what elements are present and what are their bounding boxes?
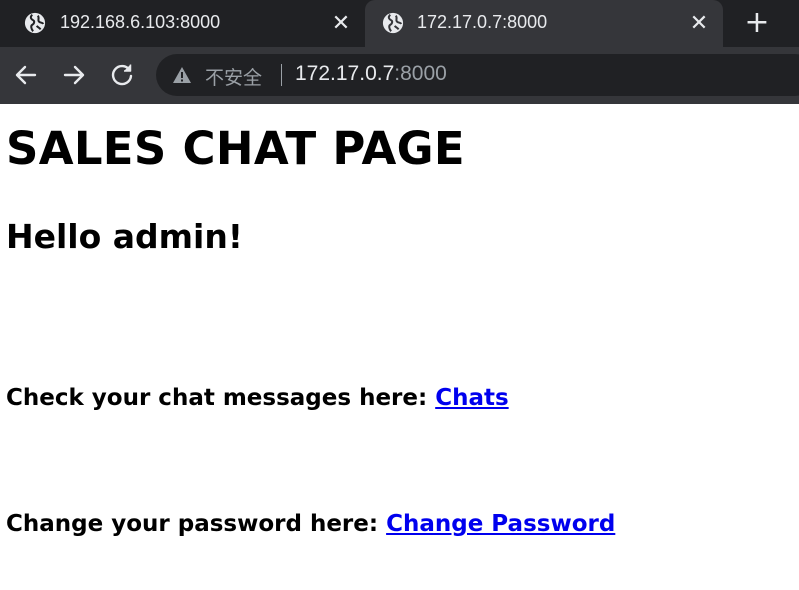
password-line: Change your password here: Change Passwo… xyxy=(6,511,615,537)
url-port: :8000 xyxy=(394,62,447,85)
new-tab-button[interactable]: + xyxy=(742,8,772,39)
tab-active[interactable]: 172.17.0.7:8000 ✕ xyxy=(365,0,723,47)
tab-title: 172.17.0.7:8000 xyxy=(417,12,548,32)
change-password-link[interactable]: Change Password xyxy=(386,511,615,537)
arrow-right-icon xyxy=(63,65,85,85)
tab-title: 192.168.6.103:8000 xyxy=(60,12,221,32)
chats-line: Check your chat messages here: Chats xyxy=(6,385,509,411)
globe-icon xyxy=(382,12,404,34)
reload-icon xyxy=(111,64,133,86)
arrow-left-icon xyxy=(15,65,37,85)
reload-button[interactable] xyxy=(108,61,136,89)
address-divider xyxy=(281,64,282,86)
browser-toolbar: 不安全 172.17.0.7:8000 xyxy=(0,47,799,104)
close-icon[interactable]: ✕ xyxy=(689,12,709,34)
url-text[interactable]: 172.17.0.7:8000 xyxy=(295,62,447,86)
chats-prompt: Check your chat messages here: xyxy=(6,385,436,411)
page-content: SALES CHAT PAGE Hello admin! Check your … xyxy=(0,104,799,590)
greeting-heading: Hello admin! xyxy=(6,217,243,256)
not-secure-label[interactable]: 不安全 xyxy=(205,63,262,90)
globe-icon xyxy=(24,12,46,34)
chats-link[interactable]: Chats xyxy=(435,385,508,411)
page-title: SALES CHAT PAGE xyxy=(6,122,465,175)
address-bar[interactable]: 不安全 172.17.0.7:8000 xyxy=(156,54,799,96)
warning-icon[interactable] xyxy=(172,66,192,84)
tab-inactive[interactable]: 192.168.6.103:8000 ✕ xyxy=(0,0,363,47)
tab-strip: 192.168.6.103:8000 ✕ 172.17.0.7:8000 ✕ + xyxy=(0,0,799,47)
forward-button[interactable] xyxy=(60,61,88,89)
password-prompt: Change your password here: xyxy=(6,511,387,537)
close-icon[interactable]: ✕ xyxy=(331,12,351,34)
url-host: 172.17.0.7 xyxy=(295,62,395,85)
back-button[interactable] xyxy=(12,61,40,89)
